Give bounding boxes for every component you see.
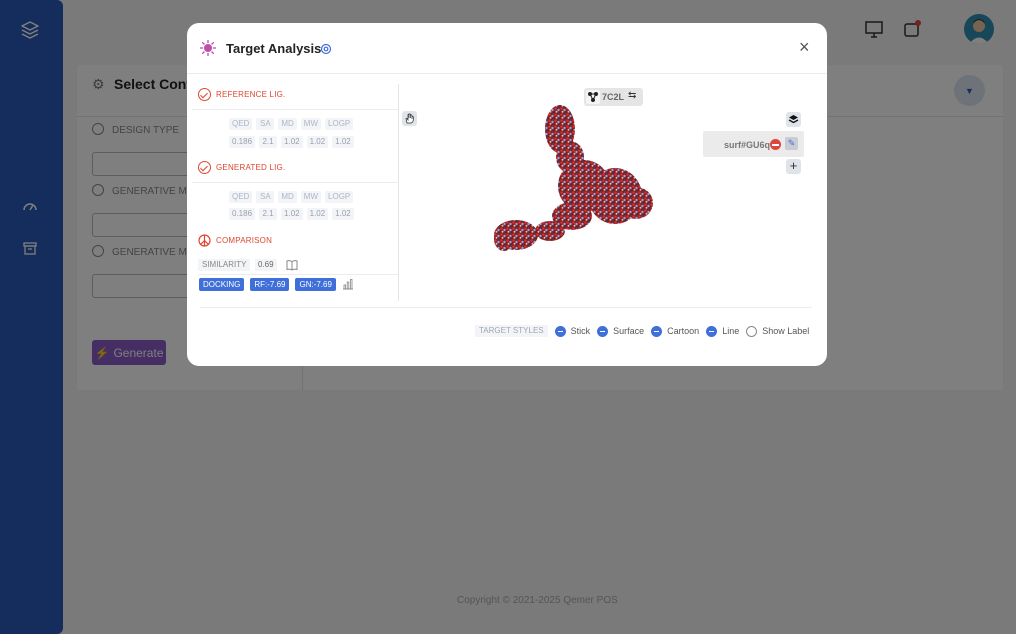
metric-value: 0.186 bbox=[229, 136, 256, 148]
molecule-icon bbox=[586, 90, 600, 104]
style-option-show-label[interactable]: Show Label bbox=[746, 325, 810, 337]
style-option-line[interactable]: Line bbox=[706, 325, 740, 337]
toggle-icon[interactable] bbox=[746, 325, 758, 337]
surface-name: surf#GU6q bbox=[724, 140, 771, 150]
protein-structure-render bbox=[494, 105, 653, 251]
similarity-value: 0.69 bbox=[255, 259, 277, 271]
toggle-icon[interactable] bbox=[597, 325, 609, 337]
peace-icon bbox=[198, 234, 211, 247]
docking-ref-score: RF:-7.69 bbox=[250, 277, 290, 291]
surface-chip: surf#GU6q ✎ bbox=[703, 131, 804, 157]
comparison-label: COMPARISON bbox=[216, 236, 273, 245]
settings-icon[interactable] bbox=[320, 43, 332, 55]
remove-surface-icon[interactable] bbox=[770, 139, 781, 150]
metric-value: 1.02 bbox=[332, 136, 354, 148]
target-analysis-modal: Target Analysis × REFERENCE LIG. QED SA … bbox=[187, 23, 827, 366]
metric-value: 0.186 bbox=[229, 208, 256, 220]
metric-header: MW bbox=[300, 191, 322, 203]
close-button[interactable]: × bbox=[799, 38, 810, 56]
ligand-panel: REFERENCE LIG. QED SA MD MW LOGP 0.186 2… bbox=[192, 84, 399, 301]
metric-header: LOGP bbox=[325, 191, 354, 203]
style-option-stick[interactable]: Stick bbox=[554, 325, 591, 337]
style-option-label: Show Label bbox=[762, 326, 810, 336]
modal-header: Target Analysis × bbox=[187, 23, 827, 74]
docking-gen-score: GN:-7.69 bbox=[295, 277, 336, 291]
pdb-chip[interactable]: 7C2L ⇆ bbox=[584, 88, 643, 106]
style-option-label: Cartoon bbox=[667, 326, 700, 336]
metric-header: LOGP bbox=[325, 118, 354, 130]
swap-icon[interactable]: ⇆ bbox=[628, 90, 636, 101]
molecule-viewer[interactable]: 7C2L ⇆ surf#GU6q ✎ + bbox=[400, 74, 827, 307]
book-icon[interactable] bbox=[286, 259, 298, 271]
pdb-id: 7C2L bbox=[602, 92, 625, 102]
docking-row: DOCKING RF:-7.69 GN:-7.69 bbox=[199, 277, 354, 291]
layers-icon bbox=[788, 115, 799, 124]
style-option-cartoon[interactable]: Cartoon bbox=[651, 325, 700, 337]
similarity-label: SIMILARITY bbox=[198, 259, 251, 271]
metric-header: MW bbox=[300, 118, 322, 130]
check-circle-icon bbox=[198, 161, 211, 174]
layers-toggle-button[interactable] bbox=[786, 112, 801, 127]
metric-value: 1.02 bbox=[281, 208, 303, 220]
metric-value: 2.1 bbox=[259, 136, 278, 148]
metric-header: QED bbox=[229, 118, 253, 130]
metric-header: SA bbox=[256, 118, 275, 130]
similarity-row: SIMILARITY 0.69 bbox=[198, 257, 399, 275]
reference-metric-headers: QED SA MD MW LOGP bbox=[229, 118, 354, 130]
style-option-label: Line bbox=[722, 326, 740, 336]
metric-value: 2.1 bbox=[259, 208, 278, 220]
generated-metric-headers: QED SA MD MW LOGP bbox=[229, 191, 354, 203]
bar-chart-icon[interactable] bbox=[342, 278, 354, 290]
metric-value: 1.02 bbox=[281, 136, 303, 148]
reference-metric-values: 0.186 2.1 1.02 1.02 1.02 bbox=[229, 136, 354, 148]
generated-ligand-header[interactable]: GENERATED LIG. bbox=[192, 157, 399, 183]
modal-title: Target Analysis bbox=[226, 41, 322, 56]
metric-header: MD bbox=[278, 118, 297, 130]
toggle-icon[interactable] bbox=[706, 325, 718, 337]
style-option-surface[interactable]: Surface bbox=[597, 325, 645, 337]
target-styles-row: TARGET STYLES Stick Surface Cartoon Line… bbox=[475, 324, 816, 338]
metric-header: QED bbox=[229, 191, 253, 203]
style-option-label: Stick bbox=[570, 326, 591, 336]
check-circle-icon bbox=[198, 88, 211, 101]
metric-value: 1.02 bbox=[332, 208, 354, 220]
comparison-header[interactable]: COMPARISON bbox=[192, 230, 399, 256]
reference-ligand-label: REFERENCE LIG. bbox=[216, 90, 286, 99]
generated-metric-values: 0.186 2.1 1.02 1.02 1.02 bbox=[229, 208, 354, 220]
hand-tool-icon[interactable] bbox=[402, 111, 417, 126]
virus-icon bbox=[200, 40, 216, 56]
target-styles-label: TARGET STYLES bbox=[475, 325, 548, 337]
divider bbox=[200, 307, 812, 308]
style-option-label: Surface bbox=[613, 326, 645, 336]
toggle-icon[interactable] bbox=[651, 325, 663, 337]
metric-header: SA bbox=[256, 191, 275, 203]
toggle-icon[interactable] bbox=[554, 325, 566, 337]
metric-value: 1.02 bbox=[306, 136, 329, 148]
metric-value: 1.02 bbox=[306, 208, 329, 220]
add-surface-button[interactable]: + bbox=[786, 159, 801, 174]
metric-header: MD bbox=[278, 191, 297, 203]
edit-surface-icon[interactable]: ✎ bbox=[785, 137, 798, 150]
generated-ligand-label: GENERATED LIG. bbox=[216, 163, 286, 172]
docking-label: DOCKING bbox=[199, 277, 245, 291]
reference-ligand-header[interactable]: REFERENCE LIG. bbox=[192, 84, 399, 110]
